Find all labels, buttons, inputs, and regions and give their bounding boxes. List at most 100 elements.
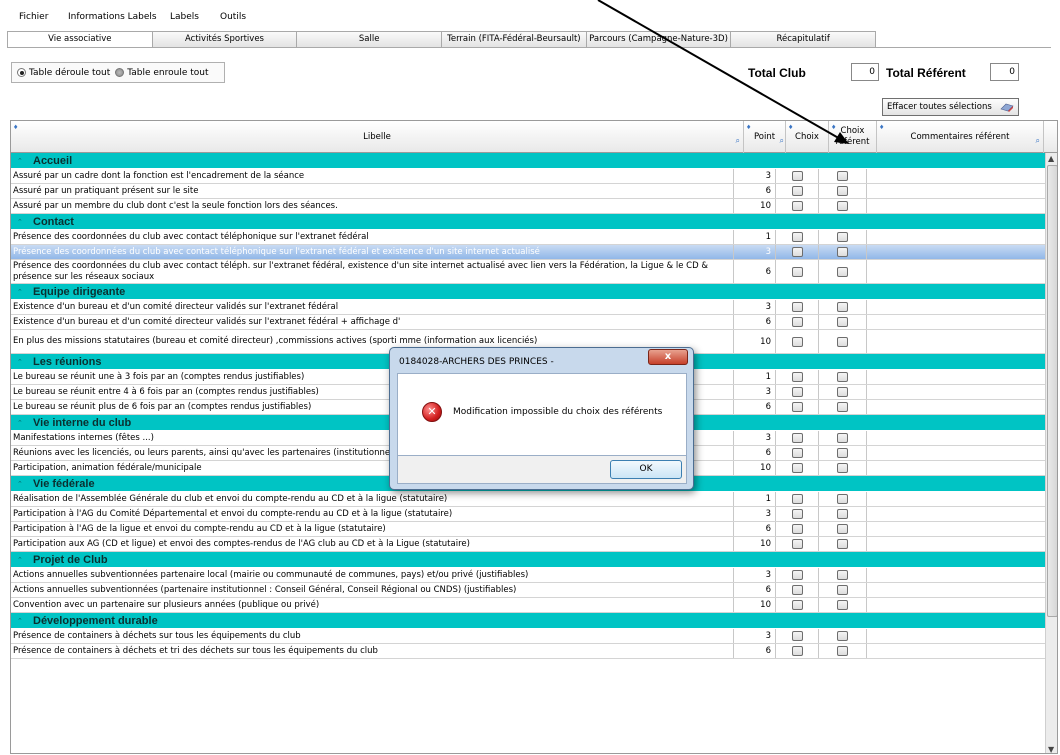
choix-referent-checkbox[interactable] — [837, 448, 848, 458]
table-row[interactable]: Présence de containers à déchets et tri … — [11, 644, 1045, 659]
choix-referent-checkbox[interactable] — [837, 372, 848, 382]
radio-collapse-label[interactable]: Table enroule tout — [127, 68, 208, 78]
total-club-field[interactable]: 0 — [851, 63, 879, 81]
total-referent-field[interactable]: 0 — [990, 63, 1019, 81]
row-commentaire[interactable] — [867, 169, 1045, 183]
section-header[interactable]: ⌃ Accueil — [11, 153, 1045, 169]
table-row[interactable]: Assuré par un pratiquant présent sur le … — [11, 184, 1045, 199]
filter-icon[interactable]: ⌕ — [780, 135, 784, 146]
col-libelle[interactable]: ♦ Libelle ⌕ — [11, 121, 744, 153]
choix-checkbox[interactable] — [791, 600, 803, 610]
scroll-down-icon[interactable]: ▼ — [1048, 745, 1054, 753]
choix-checkbox[interactable] — [791, 448, 803, 458]
section-header[interactable]: ⌃ Equipe dirigeante — [11, 284, 1045, 300]
choix-referent-checkbox[interactable] — [837, 539, 848, 549]
radio-collapse-icon[interactable] — [115, 68, 125, 77]
choix-checkbox[interactable] — [791, 232, 803, 242]
table-row[interactable]: Présence de containers à déchets sur tou… — [11, 629, 1045, 644]
choix-checkbox[interactable] — [791, 570, 803, 580]
choix-checkbox[interactable] — [791, 539, 803, 549]
radio-expand-icon[interactable] — [17, 68, 26, 77]
scroll-thumb[interactable] — [1047, 165, 1057, 617]
row-commentaire[interactable] — [867, 461, 1045, 475]
filter-icon[interactable]: ⌕ — [1036, 135, 1040, 146]
section-header[interactable]: ⌃ Développement durable — [11, 613, 1045, 629]
choix-checkbox[interactable] — [791, 372, 803, 382]
table-row[interactable]: Présence des coordonnées du club avec co… — [11, 245, 1045, 260]
row-commentaire[interactable] — [867, 260, 1045, 283]
table-row[interactable]: Existence d'un bureau et d'un comité dir… — [11, 315, 1045, 330]
choix-checkbox[interactable] — [791, 494, 803, 504]
row-commentaire[interactable] — [867, 230, 1045, 244]
choix-checkbox[interactable] — [791, 201, 803, 211]
choix-checkbox[interactable] — [791, 302, 803, 312]
row-commentaire[interactable] — [867, 644, 1045, 658]
choix-referent-checkbox[interactable] — [837, 433, 848, 443]
row-commentaire[interactable] — [867, 629, 1045, 643]
section-header[interactable]: ⌃ Projet de Club — [11, 552, 1045, 568]
table-row[interactable]: Assuré par un membre du club dont c'est … — [11, 199, 1045, 214]
table-row[interactable]: Actions annuelles subventionnées partena… — [11, 568, 1045, 583]
collapse-chevron-icon[interactable]: ⌃ — [17, 617, 23, 625]
choix-checkbox[interactable] — [791, 509, 803, 519]
row-commentaire[interactable] — [867, 300, 1045, 314]
row-commentaire[interactable] — [867, 400, 1045, 414]
choix-checkbox[interactable] — [791, 247, 803, 257]
choix-referent-checkbox[interactable] — [837, 232, 848, 242]
dialog-close-button[interactable]: x — [648, 349, 688, 365]
section-header[interactable]: ⌃ Contact — [11, 214, 1045, 230]
collapse-chevron-icon[interactable]: ⌃ — [17, 288, 23, 296]
table-row[interactable]: Assuré par un cadre dont la fonction est… — [11, 169, 1045, 184]
col-commentaires[interactable]: ♦ Commentaires référent ⌕ — [877, 121, 1044, 153]
table-row[interactable]: Réalisation de l'Assemblée Générale du c… — [11, 492, 1045, 507]
row-commentaire[interactable] — [867, 245, 1045, 259]
table-row[interactable]: Existence d'un bureau et d'un comité dir… — [11, 300, 1045, 315]
row-commentaire[interactable] — [867, 199, 1045, 213]
menu-labels[interactable]: Labels — [170, 12, 199, 22]
row-commentaire[interactable] — [867, 446, 1045, 460]
row-commentaire[interactable] — [867, 431, 1045, 445]
row-commentaire[interactable] — [867, 370, 1045, 384]
collapse-chevron-icon[interactable]: ⌃ — [17, 480, 23, 488]
tab-parcours[interactable]: Parcours (Campagne-Nature-3D) — [585, 31, 732, 47]
table-row[interactable]: Présence des coordonnées du club avec co… — [11, 260, 1045, 284]
choix-referent-checkbox[interactable] — [837, 266, 848, 277]
choix-checkbox[interactable] — [791, 266, 803, 277]
row-commentaire[interactable] — [867, 507, 1045, 521]
choix-referent-checkbox[interactable] — [837, 186, 848, 196]
choix-checkbox[interactable] — [791, 463, 803, 473]
choix-checkbox[interactable] — [791, 387, 803, 397]
choix-referent-checkbox[interactable] — [837, 247, 848, 257]
choix-referent-checkbox[interactable] — [837, 387, 848, 397]
tab-salle[interactable]: Salle — [296, 31, 443, 47]
table-row[interactable]: Participation à l'AG de la ligue et envo… — [11, 522, 1045, 537]
choix-referent-checkbox[interactable] — [837, 171, 848, 181]
choix-referent-checkbox[interactable] — [837, 509, 848, 519]
menu-fichier[interactable]: Fichier — [19, 12, 48, 22]
radio-expand-label[interactable]: Table déroule tout — [29, 68, 110, 78]
row-commentaire[interactable] — [867, 537, 1045, 551]
choix-referent-checkbox[interactable] — [837, 494, 848, 504]
row-commentaire[interactable] — [867, 330, 1045, 353]
collapse-chevron-icon[interactable]: ⌃ — [17, 556, 23, 564]
choix-referent-checkbox[interactable] — [837, 302, 848, 312]
tab-vie-associative[interactable]: Vie associative — [7, 31, 153, 48]
col-choix[interactable]: ♦ Choix — [786, 121, 829, 153]
row-commentaire[interactable] — [867, 184, 1045, 198]
choix-referent-checkbox[interactable] — [837, 201, 848, 211]
row-commentaire[interactable] — [867, 583, 1045, 597]
choix-referent-checkbox[interactable] — [837, 463, 848, 473]
choix-referent-checkbox[interactable] — [837, 336, 848, 347]
menu-informations-labels[interactable]: Informations Labels — [68, 12, 157, 22]
choix-referent-checkbox[interactable] — [837, 317, 848, 327]
choix-checkbox[interactable] — [791, 524, 803, 534]
filter-icon[interactable]: ⌕ — [736, 135, 740, 146]
row-commentaire[interactable] — [867, 568, 1045, 582]
menu-outils[interactable]: Outils — [220, 12, 246, 22]
scroll-up-icon[interactable]: ▲ — [1048, 154, 1054, 163]
choix-referent-checkbox[interactable] — [837, 402, 848, 412]
col-point[interactable]: ♦ Point ⌕ — [744, 121, 786, 153]
table-row[interactable]: Présence des coordonnées du club avec co… — [11, 230, 1045, 245]
collapse-chevron-icon[interactable]: ⌃ — [17, 358, 23, 366]
choix-referent-checkbox[interactable] — [837, 585, 848, 595]
